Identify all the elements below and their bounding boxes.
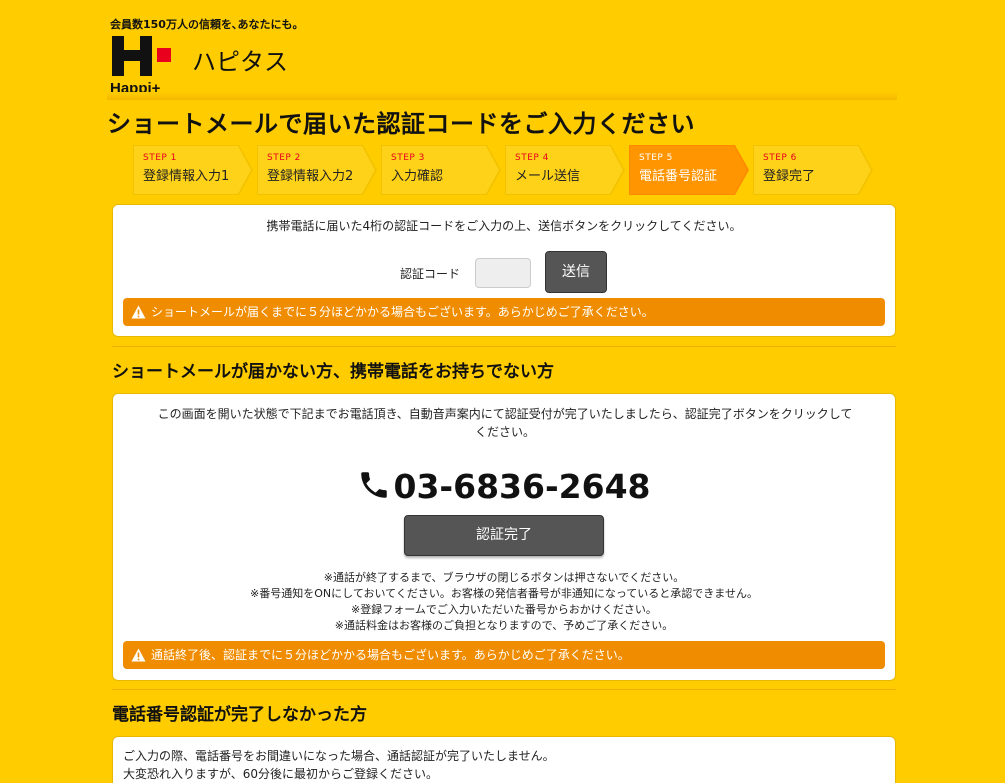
incomplete-text: ご入力の際、電話番号をお間違いになった場合、通話認証が完了いたしません。 大変恐…: [123, 747, 555, 783]
section-divider: [112, 346, 896, 347]
site-name[interactable]: ハピタス: [192, 42, 288, 77]
code-input[interactable]: [475, 258, 531, 288]
auth-complete-button[interactable]: 認証完了: [404, 515, 604, 556]
incomplete-line1: ご入力の際、電話番号をお間違いになった場合、通話認証が完了いたしません。: [123, 749, 555, 763]
note-line: ※通話が終了するまで、ブラウザの閉じるボタンは押さないでください。: [323, 571, 685, 584]
phone-auth-card: この画面を開いた状態で下記までお電話頂き、自動音声案内にて認証受付が完了いたしま…: [112, 393, 896, 681]
warning-icon: [131, 305, 146, 319]
call-warning-text: 通話終了後、認証までに５分ほどかかる場合もございます。あらかじめご了承ください。: [151, 648, 630, 662]
step-5-active: STEP 5 電話番号認証: [629, 145, 749, 195]
send-button[interactable]: 送信: [545, 251, 607, 293]
phone-icon: [361, 472, 388, 498]
section-divider: [112, 689, 896, 690]
incomplete-section-title: 電話番号認証が完了しなかった方: [112, 705, 367, 725]
no-sms-section-title: ショートメールが届かない方、携帯電話をお持ちでない方: [112, 362, 554, 382]
warning-icon: [131, 648, 146, 662]
step-label: 電話番号認証: [639, 169, 718, 184]
step-3: STEP 3 入力確認: [381, 145, 501, 195]
step-label: 入力確認: [391, 169, 444, 184]
step-number: STEP 4: [515, 153, 549, 163]
step-6: STEP 6 登録完了: [753, 145, 873, 195]
phone-instruction: この画面を開いた状態で下記までお電話頂き、自動音声案内にて認証受付が完了いたしま…: [127, 405, 883, 441]
step-label: 登録情報入力2: [267, 169, 354, 184]
step-label: 登録完了: [763, 169, 816, 184]
step-label: メール送信: [515, 169, 581, 184]
note-line: ※通話料金はお客様のご負担となりますので、予めご了承ください。: [334, 619, 674, 632]
step-progress: STEP 1 登録情報入力1 STEP 2 登録情報入力2 STEP 3 入力確…: [133, 145, 873, 195]
step-label: 登録情報入力1: [143, 169, 230, 184]
sms-warning-bar: ショートメールが届くまでに５分ほどかかる場合もございます。あらかじめご了承くださ…: [123, 298, 885, 326]
sms-code-card: 携帯電話に届いた4桁の認証コードをご入力の上、送信ボタンをクリックしてください。…: [112, 204, 896, 337]
step-number: STEP 3: [391, 153, 425, 163]
step-2: STEP 2 登録情報入力2: [257, 145, 377, 195]
code-label: 認証コード: [400, 267, 461, 281]
phone-number: 03-6836-2648: [393, 467, 651, 506]
tagline: 会員数150万人の信頼を､あなたにも。: [110, 18, 304, 31]
phone-instruction-line1: この画面を開いた状態で下記までお電話頂き、自動音声案内にて認証受付が完了いたしま…: [157, 407, 853, 421]
incomplete-card: ご入力の際、電話番号をお間違いになった場合、通話認証が完了いたしません。 大変恐…: [112, 736, 896, 783]
sms-warning-text: ショートメールが届くまでに５分ほどかかる場合もございます。あらかじめご了承くださ…: [151, 305, 654, 319]
note-line: ※番号通知をONにしておいてください。お客様の発信者番号が非通知になっていると承…: [250, 587, 758, 600]
step-number: STEP 5: [639, 153, 673, 163]
incomplete-line2: 大変恐れ入りますが、60分後に最初からご登録ください。: [123, 767, 439, 781]
note-line: ※登録フォームでご入力いただいた番号からおかけください。: [351, 603, 657, 616]
header-divider: [107, 92, 897, 100]
page-title: ショートメールで届いた認証コードをご入力ください: [107, 110, 695, 138]
phone-instruction-line2: ください。: [474, 425, 535, 439]
step-4: STEP 4 メール送信: [505, 145, 625, 195]
phone-number-display: 03-6836-2648: [113, 467, 895, 506]
step-1: STEP 1 登録情報入力1: [133, 145, 253, 195]
call-warning-bar: 通話終了後、認証までに５分ほどかかる場合もございます。あらかじめご了承ください。: [123, 641, 885, 669]
call-notes: ※通話が終了するまで、ブラウザの閉じるボタンは押さないでください。 ※番号通知を…: [113, 570, 895, 634]
step-number: STEP 6: [763, 153, 797, 163]
step-number: STEP 1: [143, 153, 177, 163]
sms-instruction: 携帯電話に届いた4桁の認証コードをご入力の上、送信ボタンをクリックしてください。: [266, 219, 742, 233]
step-number: STEP 2: [267, 153, 301, 163]
